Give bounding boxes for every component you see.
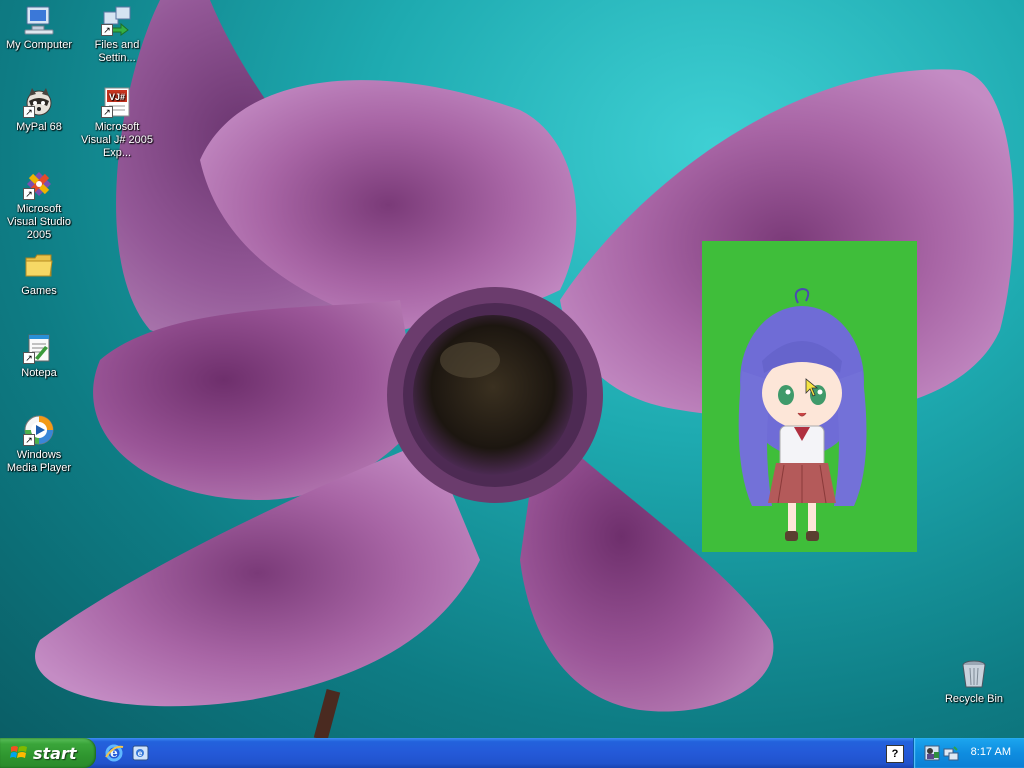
svg-text:VJ#: VJ# <box>109 92 125 102</box>
windows-logo-icon <box>10 746 27 758</box>
desktop-icon-label: Microsoft Visual J# 2005 Exp... <box>81 121 153 159</box>
anime-mascot-image[interactable] <box>702 241 917 552</box>
help-tray-icon[interactable]: ? <box>886 745 904 763</box>
recycle-bin-icon <box>958 658 990 690</box>
system-tray: 8:17 AM <box>913 738 1024 768</box>
shortcut-arrow-icon: ↗ <box>23 188 35 200</box>
desktop-icon-label: MyPal 68 <box>16 121 62 133</box>
shortcut-arrow-icon: ↗ <box>101 106 113 118</box>
desktop-icon-visual-studio[interactable]: ↗ Microsoft Visual Studio 2005 <box>0 168 78 242</box>
network-connection-icon[interactable] <box>943 745 959 761</box>
internet-explorer-icon[interactable]: e <box>104 743 124 763</box>
taskbar: start e e ? 8:17 AM <box>0 738 1024 768</box>
shortcut-arrow-icon: ↗ <box>23 352 35 364</box>
mypal-raccoon-icon: ↗ <box>23 86 55 118</box>
quick-launch-bar: e e <box>104 743 150 763</box>
desktop-icon-games[interactable]: Games <box>0 250 78 298</box>
desktop-icon-label: Recycle Bin <box>944 693 1004 705</box>
desktop-icon-media-player[interactable]: ↗ Windows Media Player <box>0 414 78 475</box>
desktop: My Computer ↗ Files and Settin... ↗ MyPa… <box>0 0 1024 738</box>
desktop-icon-my-computer[interactable]: My Computer <box>0 4 78 52</box>
shortcut-arrow-icon: ↗ <box>23 434 35 446</box>
start-button[interactable]: start <box>0 738 96 768</box>
notepad-icon: ↗ <box>23 332 55 364</box>
desktop-icon-label: Games <box>21 285 57 297</box>
desktop-icon-label: My Computer <box>5 39 73 51</box>
my-computer-icon <box>23 4 55 36</box>
media-player-icon: ↗ <box>23 414 55 446</box>
desktop-icon-label: Notepa <box>21 367 57 379</box>
start-label: start <box>33 743 77 763</box>
shortcut-arrow-icon: ↗ <box>101 24 113 36</box>
clock[interactable]: 8:17 AM <box>971 746 1011 758</box>
desktop-icon-visual-jsharp[interactable]: VJ# ↗ Microsoft Visual J# 2005 Exp... <box>78 86 156 160</box>
desktop-icon-label: Files and Settin... <box>94 39 140 64</box>
desktop-icon-notepad[interactable]: ↗ Notepa <box>0 332 78 380</box>
user-network-icon[interactable] <box>924 745 940 761</box>
desktop-icon-label: Windows Media Player <box>6 449 72 474</box>
shortcut-arrow-icon: ↗ <box>23 106 35 118</box>
folder-icon <box>23 250 55 282</box>
desktop-icon-files-and-settings[interactable]: ↗ Files and Settin... <box>78 4 156 65</box>
desktop-icon-label: Microsoft Visual Studio 2005 <box>6 203 71 241</box>
desktop-icon-recycle-bin[interactable]: Recycle Bin <box>935 658 1013 706</box>
visual-studio-icon: ↗ <box>23 168 55 200</box>
visual-jsharp-icon: VJ# ↗ <box>101 86 133 118</box>
svg-text:e: e <box>138 749 143 758</box>
show-desktop-icon[interactable]: e <box>130 743 150 763</box>
files-transfer-icon: ↗ <box>101 4 133 36</box>
desktop-icon-mypal[interactable]: ↗ MyPal 68 <box>0 86 78 134</box>
